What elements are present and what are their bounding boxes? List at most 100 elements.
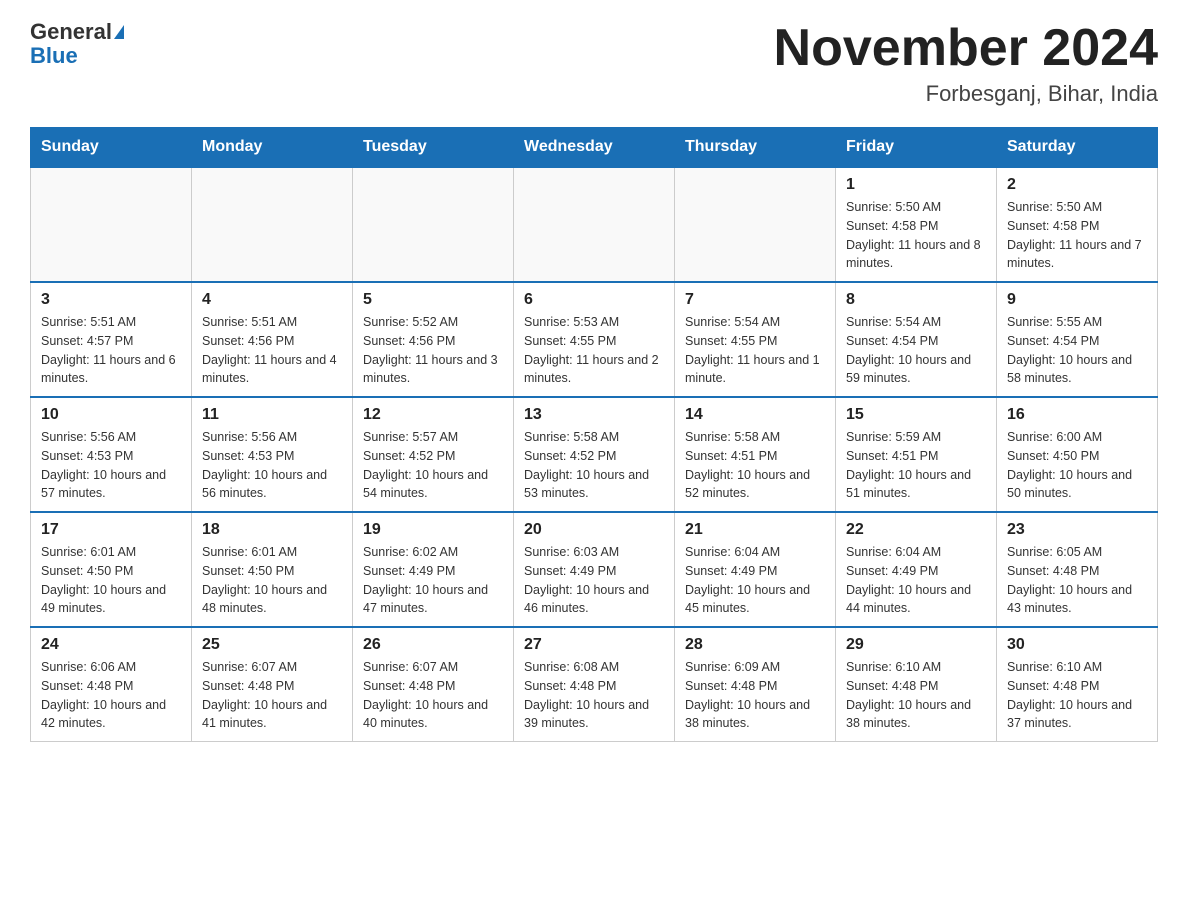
calendar-cell: 24Sunrise: 6:06 AM Sunset: 4:48 PM Dayli… bbox=[31, 627, 192, 742]
day-info: Sunrise: 6:03 AM Sunset: 4:49 PM Dayligh… bbox=[524, 543, 664, 618]
page-header: General Blue November 2024 Forbesganj, B… bbox=[30, 20, 1158, 107]
calendar-header-tuesday: Tuesday bbox=[353, 128, 514, 168]
calendar-cell: 21Sunrise: 6:04 AM Sunset: 4:49 PM Dayli… bbox=[675, 512, 836, 627]
logo-triangle-icon bbox=[114, 25, 124, 39]
day-info: Sunrise: 5:55 AM Sunset: 4:54 PM Dayligh… bbox=[1007, 313, 1147, 388]
location-title: Forbesganj, Bihar, India bbox=[774, 81, 1158, 107]
calendar-cell: 3Sunrise: 5:51 AM Sunset: 4:57 PM Daylig… bbox=[31, 282, 192, 397]
day-number: 6 bbox=[524, 291, 664, 309]
day-number: 9 bbox=[1007, 291, 1147, 309]
calendar-cell: 25 Sunrise: 6:07 AM Sunset: 4:48 PM Dayli… bbox=[192, 627, 353, 742]
day-number: 5 bbox=[363, 291, 503, 309]
calendar-header-sunday: Sunday bbox=[31, 128, 192, 168]
day-info: Sunrise: 5:59 AM Sunset: 4:51 PM Dayligh… bbox=[846, 428, 986, 503]
day-info: Sunrise: 5:52 AM Sunset: 4:56 PM Dayligh… bbox=[363, 313, 503, 388]
calendar-cell bbox=[514, 167, 675, 282]
calendar-cell: 10 Sunrise: 5:56 AM Sunset: 4:53 PM Dayli… bbox=[31, 397, 192, 512]
day-number: 24 bbox=[41, 636, 181, 654]
calendar-cell: 1 Sunrise: 5:50 AM Sunset: 4:58 PM Daylig… bbox=[836, 167, 997, 282]
day-number: 12 bbox=[363, 406, 503, 424]
logo-blue-text: Blue bbox=[30, 44, 124, 68]
day-info: Sunrise: 5:51 AM Sunset: 4:57 PM Dayligh… bbox=[41, 313, 181, 388]
day-info: Sunrise: 6:07 AM Sunset: 4:48 PM Dayligh… bbox=[363, 658, 503, 733]
calendar-cell: 18 Sunrise: 6:01 AM Sunset: 4:50 PM Dayli… bbox=[192, 512, 353, 627]
day-info: Sunrise: 6:01 AM Sunset: 4:50 PM Dayligh… bbox=[202, 543, 342, 618]
calendar-cell: 12 Sunrise: 5:57 AM Sunset: 4:52 PM Dayli… bbox=[353, 397, 514, 512]
day-number: 10 bbox=[41, 406, 181, 424]
calendar-header-monday: Monday bbox=[192, 128, 353, 168]
day-info: Sunrise: 5:50 AM Sunset: 4:58 PM Dayligh… bbox=[846, 198, 986, 273]
calendar-week-row: 1 Sunrise: 5:50 AM Sunset: 4:58 PM Daylig… bbox=[31, 167, 1158, 282]
calendar-cell: 4 Sunrise: 5:51 AM Sunset: 4:56 PM Daylig… bbox=[192, 282, 353, 397]
day-number: 25 bbox=[202, 636, 342, 654]
day-number: 30 bbox=[1007, 636, 1147, 654]
calendar-cell bbox=[353, 167, 514, 282]
calendar-cell: 5 Sunrise: 5:52 AM Sunset: 4:56 PM Daylig… bbox=[353, 282, 514, 397]
day-info: Sunrise: 6:01 AM Sunset: 4:50 PM Dayligh… bbox=[41, 543, 181, 618]
calendar-cell: 17 Sunrise: 6:01 AM Sunset: 4:50 PM Dayli… bbox=[31, 512, 192, 627]
calendar-week-row: 17 Sunrise: 6:01 AM Sunset: 4:50 PM Dayli… bbox=[31, 512, 1158, 627]
calendar-cell: 11Sunrise: 5:56 AM Sunset: 4:53 PM Dayli… bbox=[192, 397, 353, 512]
day-info: Sunrise: 5:53 AM Sunset: 4:55 PM Dayligh… bbox=[524, 313, 664, 388]
day-number: 14 bbox=[685, 406, 825, 424]
calendar-cell: 29Sunrise: 6:10 AM Sunset: 4:48 PM Dayli… bbox=[836, 627, 997, 742]
day-info: Sunrise: 5:51 AM Sunset: 4:56 PM Dayligh… bbox=[202, 313, 342, 388]
day-number: 8 bbox=[846, 291, 986, 309]
logo-general-text: General bbox=[30, 20, 112, 44]
calendar-header-saturday: Saturday bbox=[997, 128, 1158, 168]
day-number: 18 bbox=[202, 521, 342, 539]
calendar-week-row: 24Sunrise: 6:06 AM Sunset: 4:48 PM Dayli… bbox=[31, 627, 1158, 742]
day-info: Sunrise: 5:58 AM Sunset: 4:51 PM Dayligh… bbox=[685, 428, 825, 503]
calendar-table: SundayMondayTuesdayWednesdayThursdayFrid… bbox=[30, 127, 1158, 742]
calendar-header-thursday: Thursday bbox=[675, 128, 836, 168]
calendar-cell: 13 Sunrise: 5:58 AM Sunset: 4:52 PM Dayli… bbox=[514, 397, 675, 512]
day-number: 2 bbox=[1007, 176, 1147, 194]
calendar-cell: 20 Sunrise: 6:03 AM Sunset: 4:49 PM Dayli… bbox=[514, 512, 675, 627]
day-number: 19 bbox=[363, 521, 503, 539]
day-info: Sunrise: 6:04 AM Sunset: 4:49 PM Dayligh… bbox=[846, 543, 986, 618]
calendar-week-row: 10 Sunrise: 5:56 AM Sunset: 4:53 PM Dayli… bbox=[31, 397, 1158, 512]
day-number: 27 bbox=[524, 636, 664, 654]
day-number: 23 bbox=[1007, 521, 1147, 539]
day-info: Sunrise: 5:54 AM Sunset: 4:54 PM Dayligh… bbox=[846, 313, 986, 388]
day-number: 7 bbox=[685, 291, 825, 309]
day-info: Sunrise: 6:08 AM Sunset: 4:48 PM Dayligh… bbox=[524, 658, 664, 733]
calendar-cell: 30 Sunrise: 6:10 AM Sunset: 4:48 PM Dayli… bbox=[997, 627, 1158, 742]
day-number: 11 bbox=[202, 406, 342, 424]
calendar-cell: 2 Sunrise: 5:50 AM Sunset: 4:58 PM Daylig… bbox=[997, 167, 1158, 282]
calendar-cell bbox=[675, 167, 836, 282]
calendar-header-wednesday: Wednesday bbox=[514, 128, 675, 168]
title-area: November 2024 Forbesganj, Bihar, India bbox=[774, 20, 1158, 107]
calendar-header-row: SundayMondayTuesdayWednesdayThursdayFrid… bbox=[31, 128, 1158, 168]
day-number: 1 bbox=[846, 176, 986, 194]
month-title: November 2024 bbox=[774, 20, 1158, 77]
day-info: Sunrise: 6:00 AM Sunset: 4:50 PM Dayligh… bbox=[1007, 428, 1147, 503]
day-number: 4 bbox=[202, 291, 342, 309]
day-number: 16 bbox=[1007, 406, 1147, 424]
day-number: 29 bbox=[846, 636, 986, 654]
day-info: Sunrise: 6:07 AM Sunset: 4:48 PM Dayligh… bbox=[202, 658, 342, 733]
calendar-week-row: 3Sunrise: 5:51 AM Sunset: 4:57 PM Daylig… bbox=[31, 282, 1158, 397]
day-number: 13 bbox=[524, 406, 664, 424]
day-info: Sunrise: 5:58 AM Sunset: 4:52 PM Dayligh… bbox=[524, 428, 664, 503]
day-info: Sunrise: 6:09 AM Sunset: 4:48 PM Dayligh… bbox=[685, 658, 825, 733]
day-number: 20 bbox=[524, 521, 664, 539]
calendar-cell: 26Sunrise: 6:07 AM Sunset: 4:48 PM Dayli… bbox=[353, 627, 514, 742]
calendar-cell: 16 Sunrise: 6:00 AM Sunset: 4:50 PM Dayli… bbox=[997, 397, 1158, 512]
logo: General Blue bbox=[30, 20, 124, 68]
day-info: Sunrise: 5:50 AM Sunset: 4:58 PM Dayligh… bbox=[1007, 198, 1147, 273]
day-info: Sunrise: 6:05 AM Sunset: 4:48 PM Dayligh… bbox=[1007, 543, 1147, 618]
calendar-header-friday: Friday bbox=[836, 128, 997, 168]
calendar-cell: 8 Sunrise: 5:54 AM Sunset: 4:54 PM Daylig… bbox=[836, 282, 997, 397]
calendar-cell: 7Sunrise: 5:54 AM Sunset: 4:55 PM Daylig… bbox=[675, 282, 836, 397]
calendar-cell: 22Sunrise: 6:04 AM Sunset: 4:49 PM Dayli… bbox=[836, 512, 997, 627]
calendar-cell: 23 Sunrise: 6:05 AM Sunset: 4:48 PM Dayli… bbox=[997, 512, 1158, 627]
day-info: Sunrise: 5:57 AM Sunset: 4:52 PM Dayligh… bbox=[363, 428, 503, 503]
day-number: 17 bbox=[41, 521, 181, 539]
calendar-cell bbox=[192, 167, 353, 282]
calendar-cell: 15Sunrise: 5:59 AM Sunset: 4:51 PM Dayli… bbox=[836, 397, 997, 512]
day-info: Sunrise: 5:56 AM Sunset: 4:53 PM Dayligh… bbox=[41, 428, 181, 503]
day-number: 21 bbox=[685, 521, 825, 539]
day-info: Sunrise: 6:10 AM Sunset: 4:48 PM Dayligh… bbox=[1007, 658, 1147, 733]
calendar-cell bbox=[31, 167, 192, 282]
